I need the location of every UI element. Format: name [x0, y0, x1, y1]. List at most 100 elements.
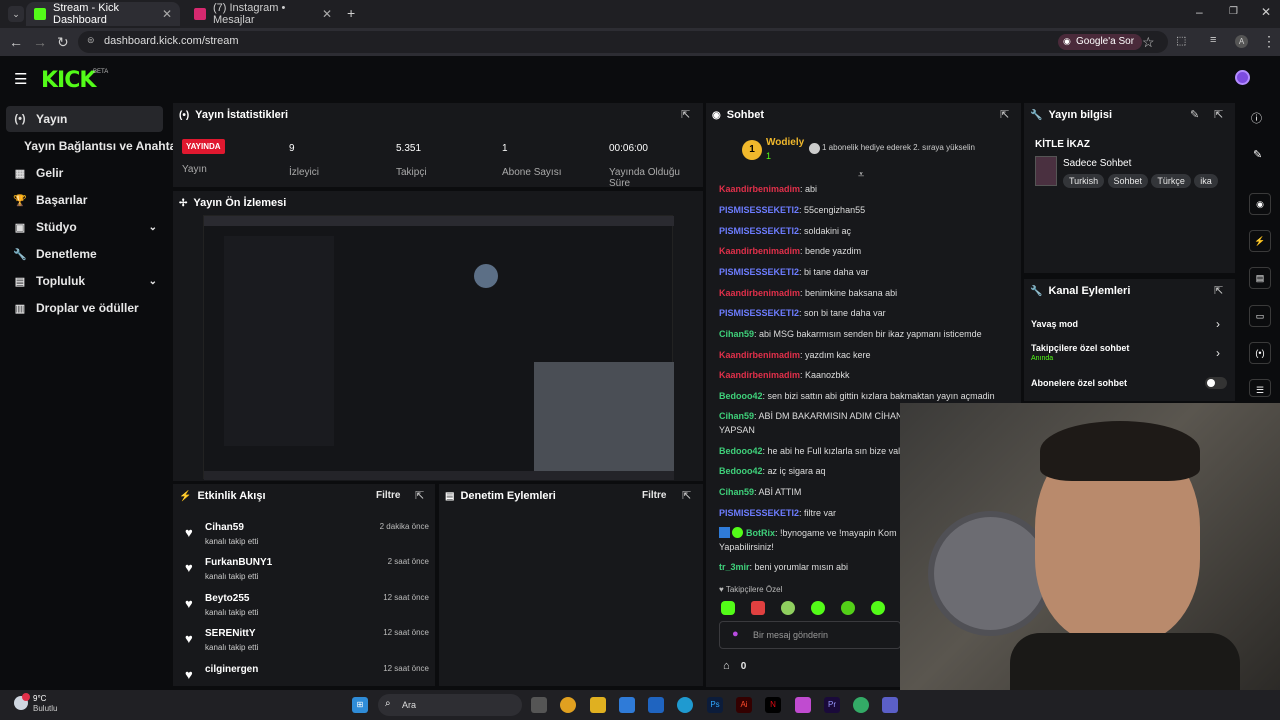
tab-instagram[interactable]: (7) Instagram • Mesajlar ✕ — [186, 2, 340, 26]
emote-icon[interactable] — [811, 601, 825, 615]
chat-username[interactable]: tr_3mir — [719, 562, 750, 572]
chat-username[interactable]: PISMISESSEKETI2 — [719, 267, 799, 277]
teams-icon[interactable] — [882, 697, 898, 713]
extensions-icon[interactable]: ⬚ — [1176, 34, 1186, 47]
popout-icon[interactable]: ⇱ — [682, 489, 691, 502]
site-info-icon[interactable]: ⊜ — [87, 35, 95, 46]
chat-username[interactable]: Kaandirbenimadim — [719, 184, 800, 194]
activity-name[interactable]: SERENittY — [205, 628, 256, 639]
chat-username[interactable]: Kaandirbenimadim — [719, 288, 800, 298]
window-close-icon[interactable]: ✕ — [1261, 5, 1271, 19]
profile-avatar[interactable]: A — [1235, 35, 1248, 48]
popout-icon[interactable]: ⇱ — [681, 108, 690, 121]
back-icon[interactable]: ← — [9, 34, 23, 50]
premiere-icon[interactable]: Pr — [824, 697, 840, 713]
chat-username[interactable]: PISMISESSEKETI2 — [719, 508, 799, 518]
maximize-icon[interactable]: ❐ — [1229, 6, 1238, 17]
photoshop-icon[interactable]: Ps — [707, 697, 723, 713]
tab-list-icon[interactable]: ⌄ — [8, 6, 24, 22]
chrome-icon[interactable] — [560, 697, 576, 713]
sidebar-item-gelir[interactable]: ▦ Gelir — [6, 160, 163, 186]
windows-start-icon[interactable]: ⊞ — [352, 697, 368, 713]
chat-username[interactable]: BotRix — [746, 528, 775, 538]
taskbar-search[interactable]: ⌕ Ara — [378, 694, 522, 716]
sidebar-item-droplar[interactable]: ▥ Droplar ve ödüller — [6, 295, 163, 321]
chat-username[interactable]: Cihan59 — [719, 329, 754, 339]
store-icon[interactable] — [619, 697, 635, 713]
tag[interactable]: Türkçe — [1151, 174, 1191, 188]
scroll-down-icon[interactable]: ⩡ — [858, 169, 864, 182]
sidebar-item-yayin[interactable]: (•) Yayın — [6, 106, 163, 132]
camera-icon[interactable]: ◉ — [1249, 193, 1271, 215]
activity-name[interactable]: cilginergen — [205, 664, 258, 675]
new-tab-icon[interactable]: + — [347, 5, 355, 21]
popout-icon[interactable]: ⇱ — [415, 489, 424, 502]
chat-username[interactable]: Cihan59 — [719, 487, 754, 497]
subscribers-only-toggle[interactable] — [1205, 377, 1227, 389]
emote-icon[interactable] — [841, 601, 855, 615]
forward-icon[interactable]: → — [33, 34, 47, 50]
moderation-filter-button[interactable]: Filtre — [642, 490, 666, 501]
google-sor-button[interactable]: ◉ Google'a Sor — [1058, 34, 1143, 50]
url-input[interactable]: ⊜ dashboard.kick.com/stream — [78, 31, 1168, 53]
chat-username[interactable]: Kaandirbenimadim — [719, 370, 800, 380]
chat-input[interactable]: ● Bir mesaj gönderin — [719, 621, 901, 649]
netflix-icon[interactable]: N — [765, 697, 781, 713]
microphone-icon[interactable]: ● — [732, 628, 739, 640]
sidebar-item-basarilar[interactable]: 🏆 Başarılar — [6, 187, 163, 213]
pinned-user[interactable]: Wodiely — [766, 137, 804, 148]
sidebar-item-stream-key[interactable]: Yayın Bağlantısı ve Anahtarı — [18, 133, 184, 159]
chat-username[interactable]: Kaandirbenimadim — [719, 350, 800, 360]
tag[interactable]: Sohbet — [1107, 174, 1149, 188]
copilot-icon[interactable] — [795, 697, 811, 713]
chat-username[interactable]: Cihan59 — [719, 411, 754, 421]
chat-username[interactable]: PISMISESSEKETI2 — [719, 226, 799, 236]
popout-icon[interactable]: ⇱ — [1000, 108, 1009, 121]
emote-icon[interactable] — [781, 601, 795, 615]
close-icon[interactable]: ✕ — [162, 7, 172, 21]
chat-username[interactable]: Kaandirbenimadim — [719, 246, 800, 256]
tag[interactable]: Turkish — [1063, 174, 1105, 188]
broadcast-icon[interactable]: (•) — [1249, 342, 1271, 364]
sidebar-item-studyo[interactable]: ▣ Stüdyo ⌄ — [6, 214, 163, 240]
activity-name[interactable]: Cihan59 — [205, 522, 244, 533]
sidebar-item-denetleme[interactable]: 🔧 Denetleme — [6, 241, 163, 267]
sidebar-item-topluluk[interactable]: ▤ Topluluk ⌄ — [6, 268, 163, 294]
kick-logo[interactable]: KICK — [41, 68, 96, 93]
illustrator-icon[interactable]: Ai — [736, 697, 752, 713]
reading-list-icon[interactable]: ≡ — [1210, 34, 1216, 46]
activity-name[interactable]: Beyto255 — [205, 593, 249, 604]
category-name[interactable]: Sadece Sohbet — [1063, 158, 1131, 169]
activity-name[interactable]: FurkanBUNY1 — [205, 557, 272, 568]
chat-username[interactable]: PISMISESSEKETI2 — [719, 308, 799, 318]
chat-username[interactable]: Bedooo42 — [719, 391, 763, 401]
stream-preview-video[interactable] — [203, 215, 674, 480]
chat-username[interactable]: PISMISESSEKETI2 — [719, 205, 799, 215]
more-menu-icon[interactable]: ⋮ — [1262, 33, 1276, 50]
lightning-icon[interactable]: ⚡ — [1249, 230, 1271, 252]
chat-username[interactable]: Bedooo42 — [719, 466, 763, 476]
edit-pencil-icon[interactable]: ✎ — [1253, 148, 1262, 161]
edit-pencil-icon[interactable]: ✎ — [1190, 108, 1199, 121]
user-avatar[interactable] — [1235, 70, 1250, 85]
document-icon[interactable]: ▤ — [1249, 267, 1271, 289]
settings-icon[interactable]: ☰ — [1249, 379, 1271, 397]
outlook-icon[interactable] — [648, 697, 664, 713]
chevron-right-icon[interactable]: › — [1216, 346, 1220, 360]
task-view-icon[interactable] — [531, 697, 547, 713]
chevron-right-icon[interactable]: › — [1216, 317, 1220, 331]
activity-filter-button[interactable]: Filtre — [376, 490, 400, 501]
emote-icon[interactable] — [871, 601, 885, 615]
bookmark-star-icon[interactable]: ☆ — [1142, 34, 1155, 51]
edge-icon[interactable] — [677, 697, 693, 713]
chrome-active-icon[interactable] — [853, 697, 869, 713]
hamburger-menu-icon[interactable]: ☰ — [14, 70, 27, 88]
chat-username[interactable]: Bedooo42 — [719, 446, 763, 456]
file-explorer-icon[interactable] — [590, 697, 606, 713]
minimize-icon[interactable]: – — [1196, 5, 1203, 19]
popout-icon[interactable]: ⇱ — [1214, 284, 1223, 297]
emote-icon[interactable] — [751, 601, 765, 615]
emote-icon[interactable] — [721, 601, 735, 615]
close-icon[interactable]: ✕ — [322, 7, 332, 21]
popout-icon[interactable]: ⇱ — [1214, 108, 1223, 121]
